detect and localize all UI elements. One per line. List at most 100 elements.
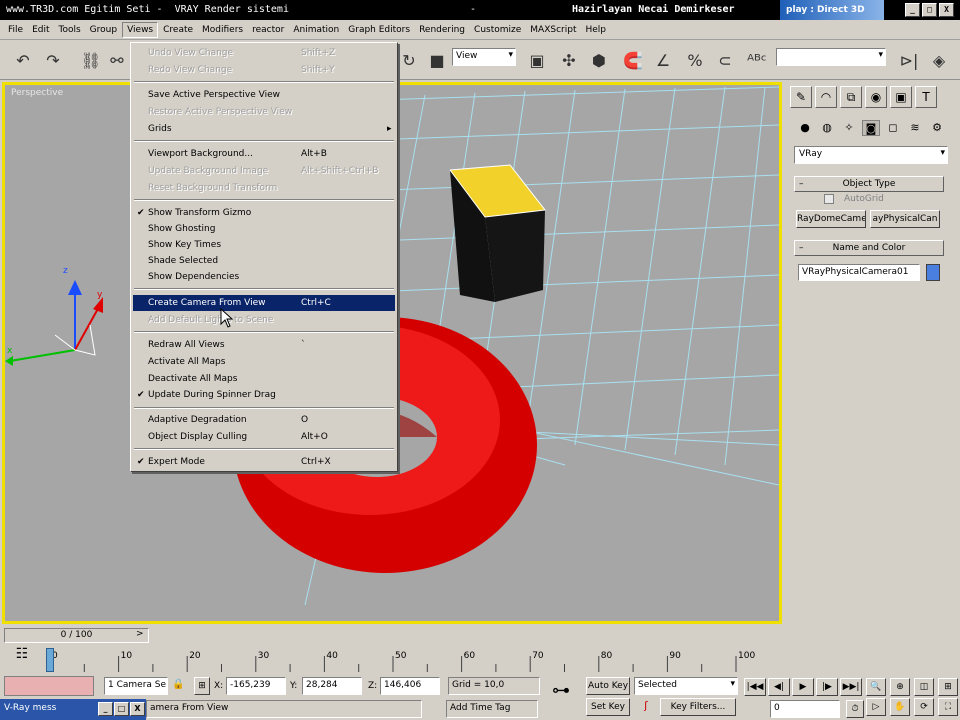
helpers-icon[interactable]: ◻ bbox=[884, 120, 902, 136]
menu-help[interactable]: Help bbox=[581, 23, 610, 37]
rotate-icon[interactable]: ↻ bbox=[396, 48, 422, 74]
align-icon[interactable]: ◈ bbox=[926, 48, 952, 74]
x-coord-field[interactable]: -165,239 bbox=[226, 677, 286, 695]
menu-group[interactable]: Group bbox=[86, 23, 121, 37]
create-tab-icon[interactable]: ✎ bbox=[790, 86, 812, 108]
keyboard-shortcut-icon[interactable]: ⬢ bbox=[586, 48, 612, 74]
key-mode-icon[interactable]: ⊶ bbox=[546, 680, 576, 710]
menu-modifiers[interactable]: Modifiers bbox=[198, 23, 247, 37]
time-configuration-icon[interactable]: ⏱ bbox=[846, 700, 864, 718]
menu-item-show-key-times[interactable]: Show Key Times bbox=[131, 237, 397, 253]
track-bar[interactable]: 0 10 20 30 40 50 60 70 80 90 100 bbox=[40, 648, 760, 674]
minimize-button[interactable]: _ bbox=[905, 3, 920, 17]
menu-customize[interactable]: Customize bbox=[470, 23, 525, 37]
edit-named-selection-icon[interactable]: ᴬᴮᶜ bbox=[744, 48, 770, 74]
play-icon[interactable]: ▶ bbox=[792, 678, 814, 696]
snap-3d-icon[interactable]: 🧲 bbox=[620, 48, 646, 74]
link-icon[interactable]: ⛓ bbox=[78, 48, 104, 74]
name-and-color-rollout[interactable]: – Name and Color bbox=[794, 240, 944, 256]
next-frame-icon[interactable]: |▶ bbox=[816, 678, 838, 696]
menu-edit[interactable]: Edit bbox=[28, 23, 53, 37]
menu-maxscript[interactable]: MAXScript bbox=[526, 23, 580, 37]
shapes-icon[interactable]: ◍ bbox=[818, 120, 836, 136]
menu-item-update-background-image[interactable]: Update Background Image Alt+Shift+Ctrl+B bbox=[131, 163, 397, 179]
lock-selection-icon[interactable]: 🔒 bbox=[172, 679, 184, 690]
open-mini-curve-editor-icon[interactable]: ☷ bbox=[8, 646, 36, 672]
taskbar-item[interactable]: V-Ray mess _ □ X bbox=[0, 699, 146, 720]
yellow-box[interactable] bbox=[449, 164, 546, 302]
auto-key-button[interactable]: Auto Key bbox=[586, 677, 630, 695]
menu-item-grids[interactable]: Grids ▸ bbox=[131, 121, 397, 137]
menu-item-update-during-spinner-drag[interactable]: ✔ Update During Spinner Drag bbox=[131, 387, 397, 403]
go-to-start-icon[interactable]: |◀◀ bbox=[744, 678, 766, 696]
maxscript-listener[interactable] bbox=[4, 676, 94, 696]
pivot-icon[interactable]: ▣ bbox=[524, 48, 550, 74]
space-warps-icon[interactable]: ≋ bbox=[906, 120, 924, 136]
modify-tab-icon[interactable]: ◠ bbox=[815, 86, 837, 108]
unlink-icon[interactable]: ⚯ bbox=[104, 48, 130, 74]
angle-snap-icon[interactable]: ∠ bbox=[650, 48, 676, 74]
menu-file[interactable]: File bbox=[4, 23, 27, 37]
arc-rotate-icon[interactable]: ⟳ bbox=[914, 698, 934, 716]
previous-frame-icon[interactable]: ◀| bbox=[768, 678, 790, 696]
absolute-mode-icon[interactable]: ⊞ bbox=[194, 677, 210, 695]
object-name-field[interactable]: VRayPhysicalCamera01 bbox=[798, 264, 920, 281]
object-color-swatch[interactable] bbox=[926, 264, 940, 281]
autogrid-checkbox[interactable] bbox=[824, 194, 834, 204]
auto-key-mode-select[interactable]: Selected ▾ bbox=[634, 677, 738, 695]
named-selection-set[interactable]: ▾ bbox=[776, 48, 886, 66]
menu-item-show-transform-gizmo[interactable]: ✔ Show Transform Gizmo bbox=[131, 205, 397, 221]
menu-item-restore-active-perspective-view[interactable]: Restore Active Perspective View bbox=[131, 104, 397, 120]
menu-item-redraw-all-views[interactable]: Redraw All Views ` bbox=[131, 337, 397, 353]
scale-icon[interactable]: ■ bbox=[424, 48, 450, 74]
menu-create[interactable]: Create bbox=[159, 23, 197, 37]
taskbar-minimize-button[interactable]: _ bbox=[98, 702, 113, 716]
zoom-icon[interactable]: 🔍 bbox=[866, 678, 886, 696]
menu-item-show-ghosting[interactable]: Show Ghosting bbox=[131, 221, 397, 237]
y-coord-field[interactable]: 28,284 bbox=[302, 677, 362, 695]
taskbar-close-button[interactable]: X bbox=[130, 702, 145, 716]
menu-graph-editors[interactable]: Graph Editors bbox=[344, 23, 414, 37]
add-time-tag[interactable]: Add Time Tag bbox=[446, 700, 538, 718]
percent-snap-icon[interactable]: % bbox=[682, 48, 708, 74]
menu-item-shade-selected[interactable]: Shade Selected bbox=[131, 253, 397, 269]
systems-icon[interactable]: ⚙ bbox=[928, 120, 946, 136]
redo-icon[interactable]: ↷ bbox=[40, 48, 66, 74]
undo-icon[interactable]: ↶ bbox=[10, 48, 36, 74]
reference-coord-select[interactable]: View ▾ bbox=[452, 48, 516, 66]
menu-item-undo-view-change[interactable]: Undo View Change Shift+Z bbox=[131, 45, 397, 61]
vray-physical-camera-button[interactable]: ayPhysicalCan bbox=[870, 210, 940, 228]
set-key-button[interactable]: Set Key bbox=[586, 698, 630, 716]
motion-tab-icon[interactable]: ◉ bbox=[865, 86, 887, 108]
menu-item-add-default-lights[interactable]: Add Default Lights to Scene bbox=[131, 312, 397, 328]
category-select[interactable]: VRay ▾ bbox=[794, 146, 948, 164]
z-coord-field[interactable]: 146,406 bbox=[380, 677, 440, 695]
zoom-extents-icon[interactable]: ◫ bbox=[914, 678, 934, 696]
menu-item-object-display-culling[interactable]: Object Display Culling Alt+O bbox=[131, 429, 397, 445]
object-type-rollout[interactable]: – Object Type bbox=[794, 176, 944, 192]
menu-item-viewport-background[interactable]: Viewport Background... Alt+B bbox=[131, 146, 397, 162]
current-frame-field[interactable]: 0 bbox=[770, 700, 840, 718]
menu-item-deactivate-all-maps[interactable]: Deactivate All Maps bbox=[131, 371, 397, 387]
menu-tools[interactable]: Tools bbox=[55, 23, 85, 37]
key-filters-button[interactable]: Key Filters... bbox=[660, 698, 736, 716]
menu-item-activate-all-maps[interactable]: Activate All Maps bbox=[131, 354, 397, 370]
geometry-icon[interactable]: ● bbox=[796, 120, 814, 136]
menu-item-reset-background-transform[interactable]: Reset Background Transform bbox=[131, 180, 397, 196]
mirror-icon[interactable]: ⊳| bbox=[896, 48, 922, 74]
go-to-end-icon[interactable]: ▶▶| bbox=[840, 678, 862, 696]
menu-rendering[interactable]: Rendering bbox=[415, 23, 469, 37]
menu-item-adaptive-degradation[interactable]: Adaptive Degradation O bbox=[131, 412, 397, 428]
menu-item-create-camera-from-view[interactable]: Create Camera From View Ctrl+C bbox=[133, 295, 395, 311]
zoom-all-icon[interactable]: ⊕ bbox=[890, 678, 910, 696]
menu-item-save-active-perspective-view[interactable]: Save Active Perspective View bbox=[131, 87, 397, 103]
hierarchy-tab-icon[interactable]: ⧉ bbox=[840, 86, 862, 108]
taskbar-restore-button[interactable]: □ bbox=[114, 702, 129, 716]
transform-gizmo[interactable]: z y x bbox=[5, 266, 103, 366]
curve-icon[interactable]: ʃ bbox=[636, 699, 656, 715]
menu-animation[interactable]: Animation bbox=[289, 23, 343, 37]
menu-reactor[interactable]: reactor bbox=[248, 23, 288, 37]
menu-item-redo-view-change[interactable]: Redo View Change Shift+Y bbox=[131, 62, 397, 78]
time-slider[interactable]: 0 / 100 bbox=[4, 628, 149, 643]
cameras-icon[interactable]: ◙ bbox=[862, 120, 880, 136]
